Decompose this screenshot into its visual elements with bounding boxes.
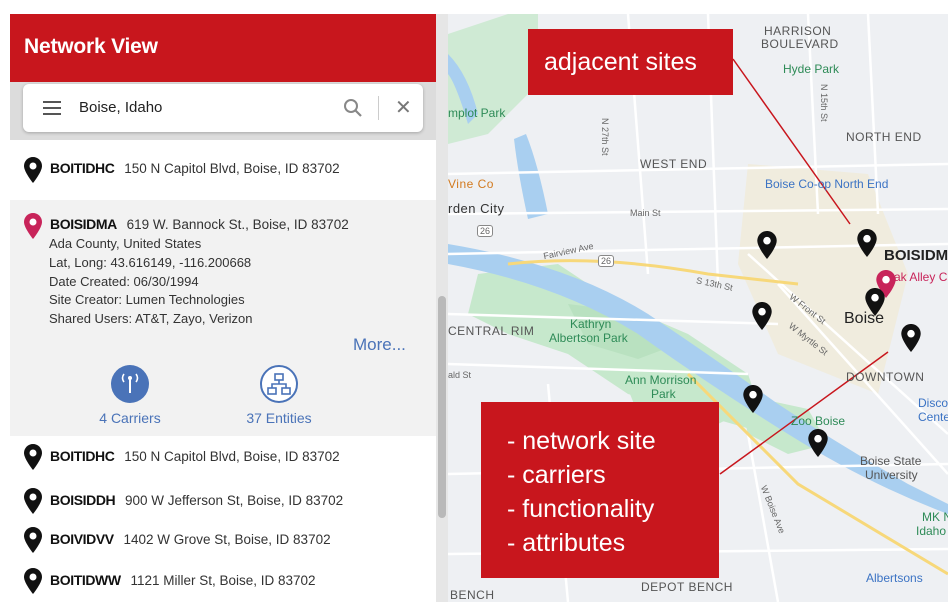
close-icon[interactable]: ✕ [395,97,412,119]
search-icon[interactable] [343,98,363,118]
map-label-depot-bench: DEPOT BENCH [641,580,733,594]
map-site-pin-icon[interactable] [808,429,828,457]
site-code: BOISIDDH [50,492,116,508]
search-divider [378,96,379,120]
site-address: 1121 Miller St, Boise, ID 83702 [130,573,316,588]
map-label-vine-co: Vine Co [448,177,494,191]
map-label-plot-park: mplot Park [448,106,506,120]
site-code: BOITIDHC [50,160,115,176]
map-label-oak-alley: ak Alley C [894,270,948,284]
search-value[interactable]: Boise, Idaho [79,99,162,116]
map-label-bench: BENCH [450,588,495,602]
map-label-garden-city: rden City [448,201,505,216]
highway-shield-26b: 26 [598,255,615,267]
callout-line: - network site [507,427,656,455]
site-date-created: Date Created: 06/30/1994 [49,274,199,289]
tower-icon [111,365,149,403]
callout-network-site: - network site - carriers - functionalit… [481,402,719,578]
menu-icon[interactable] [43,101,61,115]
site-shared-users: Shared Users: AT&T, Zayo, Verizon [49,311,253,326]
map-label-main-st: Main St [630,208,661,218]
map-label-boise-coop: Boise Co-op North End [765,177,889,191]
map-site-pin-icon[interactable] [857,229,877,257]
site-code: BOIVIDVV [50,531,114,547]
entities-label: 37 Entities [246,410,312,426]
carriers-label: 4 Carriers [99,410,161,426]
map-label-disco: Disco [918,396,948,410]
map-label-boisidm: BOISIDM [884,247,948,264]
map-label-mk: MK N [922,510,948,524]
callout-line: - functionality [507,495,655,523]
more-link[interactable]: More... [353,335,406,355]
list-item[interactable]: BOITIDHC 150 N Capitol Blvd, Boise, ID 8… [10,140,436,200]
map-label-center: Cente [918,410,948,424]
map-label-n-15th: N 15th St [819,84,829,122]
network-icon [260,365,298,403]
site-entry: BOITIDWW 1121 Miller St, Boise, ID 83702 [50,572,316,588]
map-label-boise-state: Boise State [860,454,922,468]
site-list: BOITIDHC 150 N Capitol Blvd, Boise, ID 8… [10,436,436,602]
panel-header: Network View [10,14,436,82]
map-label-north-end: NORTH END [846,130,922,144]
site-address: 900 W Jefferson St, Boise, ID 83702 [125,493,344,508]
site-pin-icon [24,568,42,594]
entities-button[interactable]: 37 Entities [219,364,339,426]
map-label-university: University [865,468,918,482]
map-label-albertson-park: Albertson Park [549,331,628,345]
search-input[interactable]: Boise, Idaho ✕ [23,84,423,132]
site-entry: BOITIDHC 150 N Capitol Blvd, Boise, ID 8… [50,448,340,464]
scrollbar-thumb[interactable] [438,296,446,518]
site-address: 1402 W Grove St, Boise, ID 83702 [123,532,331,547]
map-label-downtown: DOWNTOWN [846,370,925,384]
callout-line: - carriers [507,461,606,489]
site-county: Ada County, United States [49,236,202,251]
map-label-central-rim: CENTRAL RIM [448,324,535,338]
map-site-pin-icon[interactable] [865,288,885,316]
site-code: BOITIDWW [50,572,121,588]
site-entry: BOISIDDH 900 W Jefferson St, Boise, ID 8… [50,492,343,508]
map-label-ann-morrison: Ann Morrison [625,373,697,387]
map-site-pin-icon[interactable] [901,324,921,352]
site-pin-icon [24,157,42,183]
map-label-idaho: Idaho [916,524,947,538]
site-address: 150 N Capitol Blvd, Boise, ID 83702 [124,449,340,464]
site-code: BOITIDHC [50,448,115,464]
callout-line: - attributes [507,529,626,557]
map-label-ald-st: ald St [448,370,472,380]
callout-adjacent-text: adjacent sites [544,48,697,76]
network-view-panel: Network View Boise, Idaho ✕ BOITIDHC 150… [10,14,436,602]
site-code: BOISIDMA [50,216,117,232]
screen: Network View Boise, Idaho ✕ BOITIDHC 150… [0,0,948,605]
callout-adjacent-sites: adjacent sites [528,29,733,95]
site-entry: BOIVIDVV 1402 W Grove St, Boise, ID 8370… [50,531,331,547]
site-creator: Site Creator: Lumen Technologies [49,292,245,307]
site-pin-icon [24,444,42,470]
site-latlong: Lat, Long: 43.616149, -116.200668 [49,255,252,270]
site-pin-icon [24,527,42,553]
selected-site-entry: BOISIDMA 619 W. Bannock St., Boise, ID 8… [50,216,349,232]
map-site-pin-icon[interactable] [757,231,777,259]
map-label-ann-morrison-park: Park [651,387,676,401]
site-address: 150 N Capitol Blvd, Boise, ID 83702 [124,161,340,176]
map-label-kathryn: Kathryn [570,317,612,331]
selected-pin-icon [24,213,42,239]
map-site-pin-icon[interactable] [752,302,772,330]
site-entry: BOITIDHC 150 N Capitol Blvd, Boise, ID 8… [50,160,340,176]
carriers-button[interactable]: 4 Carriers [70,364,190,426]
site-address: 619 W. Bannock St., Boise, ID 83702 [126,217,349,232]
map-site-pin-icon[interactable] [743,385,763,413]
site-pin-icon [24,488,42,514]
page-title: Network View [24,35,158,58]
map-label-hyde-park: Hyde Park [783,62,840,76]
map-label-zoo-boise: Zoo Boise [791,414,846,428]
map-label-albertsons: Albertsons [866,571,923,585]
map-label-harrison: HARRISON [764,24,832,38]
highway-shield-26: 26 [477,225,494,237]
map-label-boulevard: BOULEVARD [761,37,839,51]
map-label-west-end: WEST END [640,157,708,171]
map-label-n-27th: N 27th St [600,118,610,156]
